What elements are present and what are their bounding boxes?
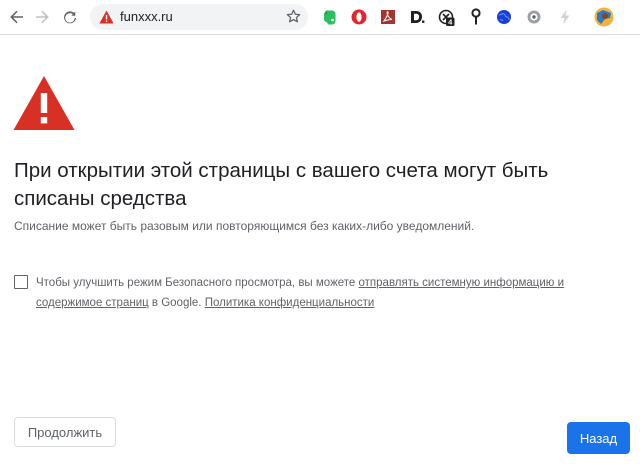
d-extension[interactable]: [408, 8, 426, 26]
pdf-icon: [381, 10, 395, 24]
interstitial-subtext: Списание может быть разовым или повторяю…: [14, 219, 475, 233]
arrow-left-icon: [10, 10, 23, 24]
back-button[interactable]: [5, 5, 29, 29]
lightning-icon: [560, 9, 570, 25]
optin-text-before: Чтобы улучшить режим Безопасного просмот…: [36, 277, 359, 289]
warning-triangle-icon: [13, 76, 75, 130]
continue-button[interactable]: Продолжить: [14, 417, 116, 447]
forward-button[interactable]: [30, 5, 54, 29]
avatar: [594, 7, 614, 27]
pin-extension[interactable]: [467, 8, 485, 26]
arrow-right-icon: [36, 10, 49, 24]
opera-extension[interactable]: [350, 8, 368, 26]
evernote-extension[interactable]: [321, 8, 339, 26]
counter-extension[interactable]: 4: [437, 8, 455, 26]
reload-button[interactable]: [58, 5, 82, 29]
warning-triangle-icon[interactable]: [99, 10, 114, 24]
pin-icon: [471, 8, 481, 25]
counter-icon: 4: [438, 9, 454, 26]
globe-extension[interactable]: [495, 8, 513, 26]
safe-browsing-optin-text: Чтобы улучшить режим Безопасного просмот…: [36, 273, 616, 313]
interstitial-heading: При открытии этой страницы с вашего счет…: [14, 159, 549, 210]
privacy-policy-link[interactable]: Политика конфиденциальности: [205, 297, 375, 309]
lightning-extension[interactable]: [556, 8, 574, 26]
address-bar[interactable]: funxxx.ru: [90, 4, 308, 30]
globe-icon: [497, 10, 511, 24]
browser-toolbar: funxxx.ru 4: [0, 0, 640, 35]
evernote-icon: [324, 10, 336, 24]
reload-icon: [64, 11, 76, 24]
optin-text-middle: в Google.: [148, 297, 205, 309]
browser-window: funxxx.ru 4 При открытии этой страницы с…: [0, 0, 640, 464]
circle-icon: [527, 10, 541, 24]
d-icon: [411, 11, 425, 23]
profile-avatar-button[interactable]: [593, 6, 615, 28]
opera-icon: [351, 9, 367, 25]
safe-browsing-optin-checkbox[interactable]: [14, 275, 28, 289]
star-icon[interactable]: [285, 8, 302, 25]
circle-extension[interactable]: [525, 8, 543, 26]
pdf-extension[interactable]: [379, 8, 397, 26]
url-text[interactable]: funxxx.ru: [120, 9, 173, 25]
back-to-safety-button[interactable]: Назад: [567, 422, 630, 454]
